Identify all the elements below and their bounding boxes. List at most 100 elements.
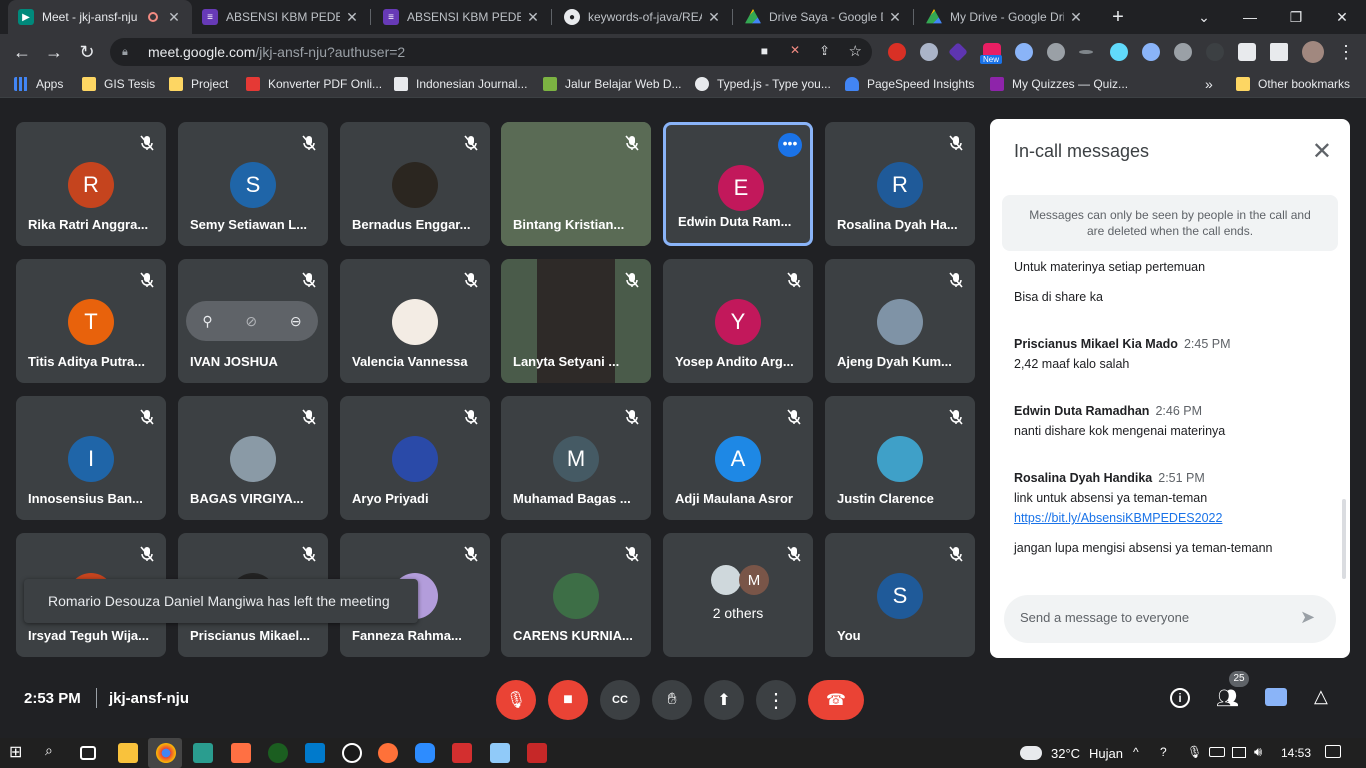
battery-icon[interactable] <box>1209 747 1225 757</box>
xampp-icon[interactable] <box>231 743 251 763</box>
participant-tile[interactable]: Ajeng Dyah Kum... <box>825 259 975 383</box>
participant-tile[interactable]: IVAN JOSHUA ⚲ ⊘ ⊖ <box>178 259 328 383</box>
bookmark-jalur-belajar[interactable]: Jalur Belajar Web D... <box>543 70 682 98</box>
chat-scrollbar[interactable] <box>1342 499 1346 579</box>
share-icon[interactable]: ⇪ <box>819 43 830 59</box>
task-view-icon[interactable] <box>80 746 96 760</box>
leave-call-button[interactable]: ☎︎ <box>808 680 864 720</box>
tab-github[interactable]: ● keywords-of-java/REA ✕ <box>554 0 732 34</box>
extension-globe-icon[interactable] <box>1174 43 1192 61</box>
mute-participant-icon[interactable]: ⊘ <box>245 313 257 330</box>
participant-tile[interactable]: Justin Clarence <box>825 396 975 520</box>
tab-meet[interactable]: ▶ Meet - jkj-ansf-nju ✕ <box>8 0 192 34</box>
volume-icon[interactable]: 🔊︎ <box>1254 744 1262 760</box>
side-panel-icon[interactable] <box>1270 43 1288 61</box>
absensi-link[interactable]: https://bit.ly/AbsensiKBMPEDES2022 <box>1014 511 1222 525</box>
tab-absensi-1[interactable]: ≡ ABSENSI KBM PEDES 2 ✕ <box>192 0 370 34</box>
weather-cloud-icon[interactable] <box>1020 746 1042 760</box>
vscode-icon[interactable] <box>305 743 325 763</box>
extension-diamond-icon[interactable] <box>948 42 968 62</box>
extension-circle-icon[interactable] <box>920 43 938 61</box>
camera-icon[interactable]: ■ <box>761 44 768 58</box>
participant-tile[interactable]: Bintang Kristian... <box>501 122 651 246</box>
bookmark-indonesian-journal[interactable]: Indonesian Journal... <box>394 70 527 98</box>
bookmark-star-icon[interactable]: ☆ <box>849 42 862 60</box>
participant-tile[interactable]: Bernadus Enggar... <box>340 122 490 246</box>
bookmark-pagespeed[interactable]: PageSpeed Insights <box>845 70 974 98</box>
new-tab-icon[interactable]: + <box>1100 0 1136 34</box>
participant-tile[interactable]: S You <box>825 533 975 657</box>
mic-off-button[interactable]: 🎙︎ <box>496 680 536 720</box>
mic-blocked-icon[interactable]: ✕ <box>790 43 800 57</box>
participant-tile[interactable]: M Muhamad Bagas ... <box>501 396 651 520</box>
bookmark-typedjs[interactable]: Typed.js - Type you... <box>695 70 831 98</box>
pin-icon[interactable]: ⚲ <box>202 313 212 330</box>
participant-tile[interactable]: CARENS KURNIA... <box>501 533 651 657</box>
close-tab-icon[interactable]: ✕ <box>166 9 182 26</box>
app-circle-icon[interactable] <box>342 743 362 763</box>
chat-input[interactable]: Send a message to everyone <box>1004 595 1336 643</box>
tray-mic-icon[interactable]: 🎙︎ <box>1187 745 1202 759</box>
bookmark-konverter-pdf[interactable]: Konverter PDF Onli... <box>246 70 382 98</box>
extension-adblock-icon[interactable] <box>888 43 906 61</box>
people-icon[interactable]: 👥︎ <box>1216 688 1239 709</box>
extensions-puzzle-icon[interactable] <box>1238 43 1256 61</box>
reload-icon[interactable]: ↻ <box>75 40 99 64</box>
participant-tile[interactable]: Valencia Vannessa <box>340 259 490 383</box>
camera-off-button[interactable]: ■ <box>548 680 588 720</box>
activities-icon[interactable]: △ <box>1314 686 1328 707</box>
participant-tile[interactable]: R Rosalina Dyah Ha... <box>825 122 975 246</box>
close-tab-icon[interactable]: ✕ <box>887 9 903 26</box>
menu-kebab-icon[interactable]: ⋮ <box>1334 40 1358 64</box>
bookmarks-overflow-icon[interactable]: » <box>1205 70 1213 98</box>
profile-avatar[interactable] <box>1302 41 1324 63</box>
bookmark-apps[interactable]: Apps <box>14 70 63 98</box>
extension-settings-icon[interactable] <box>1142 43 1160 61</box>
address-bar[interactable]: 🔒︎ meet.google.com/jkj-ansf-nju?authuser… <box>110 38 872 66</box>
participant-tile[interactable]: R Rika Ratri Anggra... <box>16 122 166 246</box>
zoom-icon[interactable] <box>415 743 435 763</box>
restore-icon[interactable]: ❐ <box>1273 0 1319 34</box>
bookmark-project[interactable]: Project <box>169 70 228 98</box>
more-options-icon[interactable]: ••• <box>778 133 802 157</box>
wps-icon[interactable] <box>452 743 472 763</box>
close-tab-icon[interactable]: ✕ <box>344 9 360 26</box>
bookmark-gis-tesis[interactable]: GIS Tesis <box>82 70 155 98</box>
git-icon[interactable] <box>193 743 213 763</box>
postman-icon[interactable] <box>378 743 398 763</box>
remove-icon[interactable]: ⊖ <box>290 313 302 330</box>
participant-tile[interactable]: S Semy Setiawan L... <box>178 122 328 246</box>
minimize-icon[interactable]: — <box>1227 0 1273 34</box>
bookmark-other[interactable]: Other bookmarks <box>1236 70 1350 98</box>
more-options-button[interactable]: ⋮ <box>756 680 796 720</box>
present-button[interactable]: ⬆ <box>704 680 744 720</box>
participant-tile[interactable]: Aryo Priyadi <box>340 396 490 520</box>
extension-mask-icon[interactable] <box>1015 43 1033 61</box>
app-red-icon[interactable] <box>527 743 547 763</box>
raise-hand-button[interactable]: ✋︎ <box>652 680 692 720</box>
close-tab-icon[interactable]: ✕ <box>706 9 722 26</box>
close-panel-icon[interactable]: ✕ <box>1312 137 1332 166</box>
tray-help-icon[interactable]: ? <box>1160 745 1167 759</box>
participant-tile[interactable]: E Edwin Duta Ram... ••• <box>663 122 813 246</box>
windows-start-icon[interactable]: ⊞ <box>9 742 29 762</box>
tab-drive-saya[interactable]: Drive Saya - Google D ✕ <box>735 0 913 34</box>
participant-tile[interactable]: T Titis Aditya Putra... <box>16 259 166 383</box>
participant-tile[interactable]: Lanyta Setyani ... <box>501 259 651 383</box>
close-tab-icon[interactable]: ✕ <box>525 9 541 26</box>
forward-icon[interactable]: → <box>42 40 66 64</box>
participant-tile[interactable]: BAGAS VIRGIYA... <box>178 396 328 520</box>
extension-code-icon[interactable] <box>1206 43 1224 61</box>
app-cube-icon[interactable] <box>490 743 510 763</box>
search-icon[interactable]: ⌕ <box>45 742 65 762</box>
send-icon[interactable]: ➤ <box>1300 607 1315 628</box>
tray-chevron-icon[interactable]: ^ <box>1133 745 1139 759</box>
extension-gear-icon[interactable] <box>1047 43 1065 61</box>
participant-tile[interactable]: I Innosensius Ban... <box>16 396 166 520</box>
close-tab-icon[interactable]: ✕ <box>1068 9 1084 26</box>
meeting-details-icon[interactable]: i <box>1170 688 1190 708</box>
participant-tile[interactable]: M 2 others <box>663 533 813 657</box>
participant-tile[interactable]: A Adji Maulana Asror <box>663 396 813 520</box>
app-green-icon[interactable] <box>268 743 288 763</box>
tab-absensi-2[interactable]: ≡ ABSENSI KBM PEDES 2 ✕ <box>373 0 551 34</box>
